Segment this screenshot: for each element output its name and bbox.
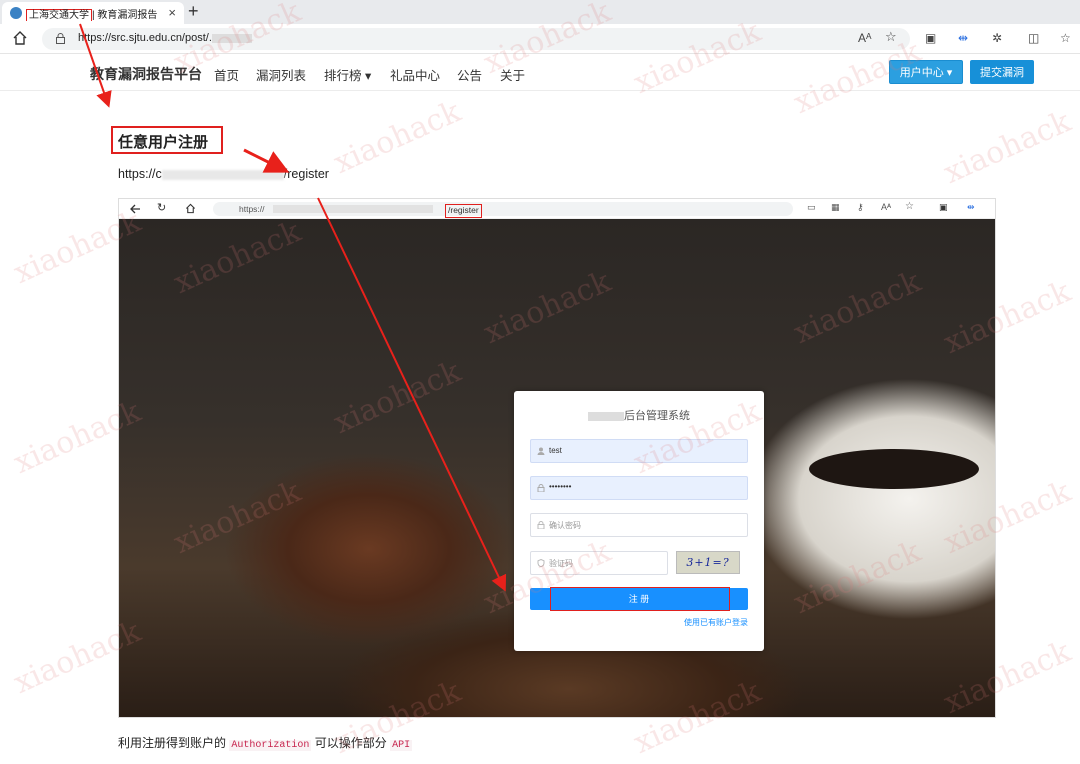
qr-icon: ▦ [831, 202, 840, 212]
nav-vuln-list[interactable]: 漏洞列表 [256, 65, 306, 84]
back-arrow-icon [130, 204, 140, 214]
password-field[interactable]: •••••••• [530, 476, 748, 500]
watermark: xiaohack [328, 94, 466, 181]
address-bar: https://src.sjtu.edu.cn/post/. Aᴬ ☆ ▣ ⇹ … [0, 24, 1080, 54]
article-url-line: https://c/register [118, 167, 329, 181]
coffee-cup-image [809, 449, 979, 489]
confirm-password-field[interactable]: 确认密码 [530, 513, 748, 537]
lock-icon [537, 521, 545, 529]
key-icon: ⚷ [857, 202, 864, 212]
nav-announcement[interactable]: 公告 [457, 65, 482, 84]
login-existing-link[interactable]: 使用已有账户登录 [684, 617, 748, 628]
home-icon [185, 203, 196, 214]
lock-icon [56, 33, 65, 44]
url-input[interactable]: https://src.sjtu.edu.cn/post/. [42, 28, 910, 50]
browser-tab-bar: 上海交通大学 | 教育漏洞报告 × + [0, 0, 1080, 24]
home-icon[interactable] [12, 30, 28, 46]
split-view-icon[interactable]: ⇹ [958, 31, 968, 45]
site-brand[interactable]: 教育漏洞报告平台 [90, 64, 202, 84]
watermark: xiaohack [938, 104, 1076, 191]
url-text: https://src.sjtu.edu.cn/post/. [78, 32, 252, 44]
tab-title: 上海交通大学 | 教育漏洞报告 [26, 6, 166, 21]
captcha-field[interactable]: 验证码 [530, 551, 668, 575]
split-view-icon: ⇹ [967, 202, 975, 212]
sidebar-icon[interactable]: ◫ [1028, 31, 1039, 45]
submit-vuln-button[interactable]: 提交漏洞 [970, 60, 1034, 84]
annotation-box [550, 587, 730, 611]
lock-icon [537, 484, 545, 492]
nav-gift-center[interactable]: 礼品中心 [390, 65, 440, 84]
embedded-browser-bar: ↻ https:// /register ▭ ▦ ⚷ Aᴬ ☆ ▣ ⇹ [119, 199, 995, 219]
user-center-button[interactable]: 用户中心 ▾ [889, 60, 963, 84]
read-aloud-icon: Aᴬ [881, 202, 892, 212]
register-card: 后台管理系统 test •••••••• 确认密码 验证码 3+1=? 注 册 … [514, 391, 764, 651]
new-tab-button[interactable]: + [188, 1, 199, 22]
browser-tab[interactable]: 上海交通大学 | 教育漏洞报告 × [2, 2, 184, 24]
nav-ranking[interactable]: 排行榜 ▾ [324, 65, 371, 84]
nav-about[interactable]: 关于 [500, 65, 525, 84]
article-heading: 任意用户注册 [118, 134, 209, 151]
article-footer-text: 利用注册得到账户的 Authorization 可以操作部分 API [118, 736, 413, 751]
refresh-icon: ↻ [157, 202, 167, 214]
star-icon: ☆ [905, 201, 914, 212]
embedded-url-bar: https:// /register [213, 202, 793, 218]
nav-home[interactable]: 首页 [214, 65, 239, 84]
globe-icon [10, 7, 22, 19]
read-aloud-icon[interactable]: Aᴬ [858, 31, 871, 45]
favorite-star-icon[interactable]: ☆ [885, 29, 897, 45]
user-icon [537, 447, 545, 455]
card-title: 后台管理系统 [514, 407, 764, 423]
collections-icon[interactable]: ▣ [925, 31, 936, 45]
captcha-image[interactable]: 3+1=? [676, 551, 740, 574]
collections-icon: ▣ [939, 202, 948, 212]
shield-icon [537, 559, 545, 567]
site-navbar: 教育漏洞报告平台 首页 漏洞列表 排行榜 ▾ 礼品中心 公告 关于 用户中心 ▾… [0, 55, 1080, 91]
username-field[interactable]: test [530, 439, 748, 463]
camera-icon: ▭ [807, 202, 816, 212]
register-path-highlight: /register [445, 204, 482, 218]
favorites-icon[interactable]: ☆ [1060, 31, 1071, 45]
close-icon[interactable]: × [168, 5, 176, 20]
extensions-icon[interactable]: ✲ [992, 31, 1002, 45]
